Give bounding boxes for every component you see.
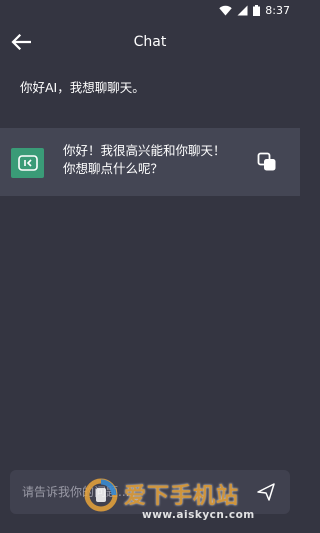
back-arrow-icon — [11, 34, 31, 50]
copy-button[interactable] — [255, 150, 279, 174]
ai-message-line: 你想聊点什么呢？ — [63, 161, 164, 176]
signal-icon — [237, 5, 248, 15]
message-input-bar — [10, 470, 290, 514]
page-title: Chat — [133, 34, 167, 50]
ai-avatar — [11, 148, 44, 178]
copy-icon — [257, 152, 276, 171]
app-bar: Chat — [0, 20, 300, 64]
message-input[interactable] — [22, 485, 222, 499]
ai-message: 你好！我很高兴能和你聊天！ 你想聊点什么呢？ — [63, 142, 243, 178]
user-message: 你好AI，我想聊聊天。 — [20, 80, 145, 95]
battery-icon — [253, 4, 261, 16]
status-time: 8:37 — [265, 3, 290, 17]
ai-avatar-icon — [17, 155, 38, 171]
status-bar: 8:37 — [0, 0, 300, 20]
send-icon[interactable] — [256, 482, 276, 502]
wifi-icon — [219, 5, 232, 15]
ai-message-line: 你好！我很高兴能和你聊天！ — [63, 143, 226, 158]
back-button[interactable] — [8, 29, 34, 55]
